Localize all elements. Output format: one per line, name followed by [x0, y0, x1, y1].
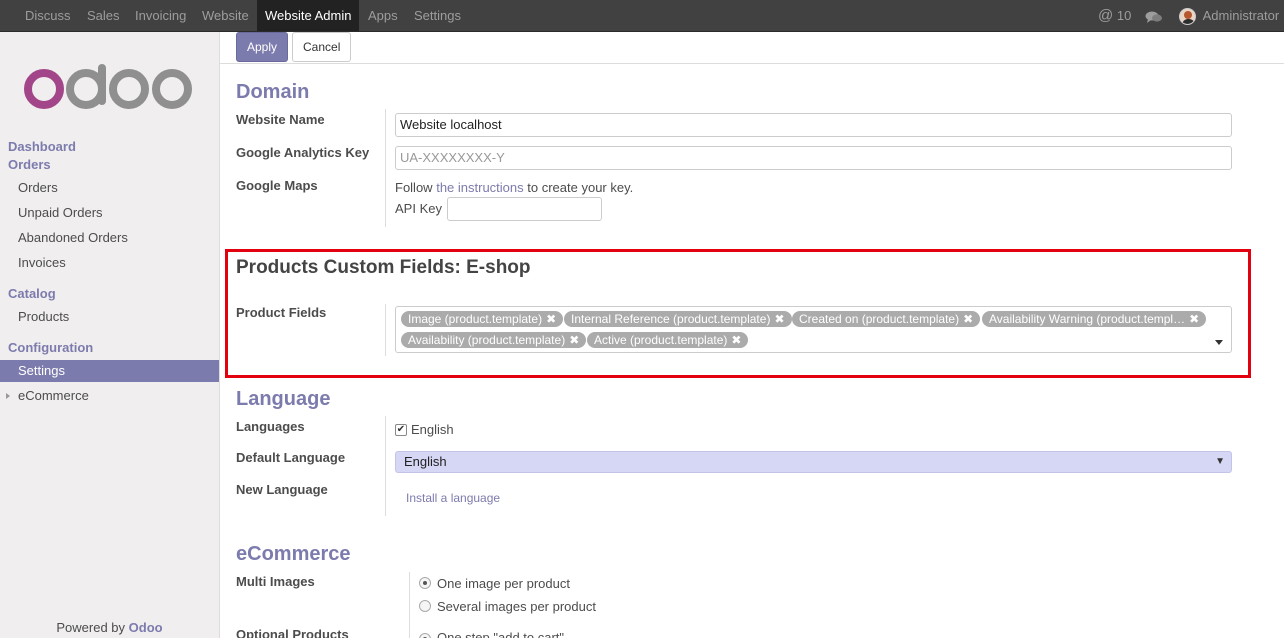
tag-label: Created on (product.template) [799, 312, 960, 326]
english-checkbox-label: English [411, 422, 454, 437]
tag-image: Image (product.template) ✖ [401, 311, 564, 327]
tag-label: Image (product.template) [408, 312, 543, 326]
remove-tag-icon[interactable]: ✖ [569, 333, 579, 347]
sidebar-item-abandoned-orders[interactable]: Abandoned Orders [0, 227, 219, 249]
user-menu[interactable]: Administrator [1179, 0, 1279, 31]
website-name-input[interactable]: Website localhost [395, 113, 1232, 137]
radio-one-step-label: One step "add to cart" [437, 630, 565, 638]
radio-several-images-label: Several images per product [437, 599, 596, 614]
cancel-button[interactable]: Cancel [292, 32, 352, 62]
section-title-language: Language [236, 388, 331, 410]
divider [385, 304, 386, 356]
apply-button[interactable]: Apply [236, 32, 289, 62]
product-fields-label: Product Fields [236, 305, 327, 320]
chat-button[interactable] [1145, 0, 1163, 31]
tag-label: Internal Reference (product.template) [571, 312, 771, 326]
maps-instructions: Follow the instructions to create your k… [395, 180, 633, 195]
radio-one-step[interactable] [419, 633, 431, 638]
ga-key-input[interactable]: UA-XXXXXXXX-Y [395, 146, 1232, 170]
languages-label: Languages [236, 419, 305, 434]
powered-by-brand[interactable]: Odoo [129, 620, 163, 635]
tag-created-on: Created on (product.template) ✖ [792, 311, 981, 327]
tag-label: Availability Warning (product.templ… [989, 312, 1186, 326]
remove-tag-icon[interactable]: ✖ [963, 312, 973, 326]
product-fields-tag-input[interactable]: Image (product.template) ✖ Internal Refer… [395, 306, 1232, 353]
settings-form: Domain Website Name Website localhost Go… [220, 64, 1284, 638]
divider [385, 416, 386, 516]
google-maps-label: Google Maps [236, 178, 318, 193]
nav-website[interactable]: Website [194, 0, 257, 31]
caret-right-icon [6, 393, 10, 399]
website-name-label: Website Name [236, 112, 325, 127]
sidebar-item-settings[interactable]: Settings [0, 360, 219, 382]
nav-discuss[interactable]: Discuss [17, 0, 79, 31]
sidebar-item-invoices[interactable]: Invoices [0, 252, 219, 274]
maps-text-suffix: to create your key. [527, 180, 634, 195]
new-language-label: New Language [236, 482, 328, 497]
default-language-select[interactable]: English ▼ [395, 451, 1232, 473]
radio-one-image-label: One image per product [437, 576, 570, 591]
sidebar-item-label: eCommerce [18, 388, 89, 403]
english-checkbox[interactable]: ✔ [395, 424, 407, 436]
mentions-count: 10 [1116, 8, 1132, 23]
maps-text-prefix: Follow [395, 180, 433, 195]
avatar [1179, 8, 1196, 26]
api-key-label: API Key [395, 201, 442, 216]
tag-availability: Availability (product.template) ✖ [401, 332, 587, 348]
api-key-input[interactable] [447, 197, 602, 221]
powered-by: Powered by Odoo [0, 620, 219, 635]
nav-settings[interactable]: Settings [406, 0, 469, 31]
tag-label: Availability (product.template) [408, 333, 566, 347]
mentions-button[interactable]: @ 10 [1098, 0, 1131, 31]
chat-bubbles-icon [1145, 11, 1162, 23]
top-navbar: Discuss Sales Invoicing Website Website … [0, 0, 1284, 32]
user-name: Administrator [1202, 8, 1280, 23]
remove-tag-icon[interactable]: ✖ [1189, 312, 1199, 326]
nav-website-admin[interactable]: Website Admin [257, 0, 360, 31]
odoo-logo [24, 64, 192, 109]
optional-products-label: Optional Products [236, 627, 349, 638]
remove-tag-icon[interactable]: ✖ [731, 333, 741, 347]
sidebar: Dashboard Orders Orders Unpaid Orders Ab… [0, 32, 220, 638]
divider [409, 572, 410, 638]
tag-label: Active (product.template) [594, 333, 728, 347]
at-icon: @ [1098, 7, 1114, 24]
ga-key-label: Google Analytics Key [236, 145, 370, 160]
nav-invoicing[interactable]: Invoicing [127, 0, 194, 31]
install-language-link[interactable]: Install a language [406, 491, 500, 505]
tag-active: Active (product.template) ✖ [587, 332, 749, 348]
divider [385, 109, 386, 227]
nav-sales[interactable]: Sales [79, 0, 128, 31]
remove-tag-icon[interactable]: ✖ [546, 312, 556, 326]
default-language-label: Default Language [236, 450, 346, 465]
control-panel: Apply Cancel [220, 32, 1284, 64]
section-title-ecommerce: eCommerce [236, 543, 351, 565]
multi-images-label: Multi Images [236, 574, 315, 589]
section-title-custom-fields: Products Custom Fields: E-shop [236, 257, 531, 278]
powered-by-text: Powered by [56, 620, 126, 635]
sidebar-head-catalog: Catalog [8, 286, 56, 301]
dropdown-arrow-icon: ▼ [1215, 456, 1225, 467]
nav-apps[interactable]: Apps [360, 0, 406, 31]
tag-internal-reference: Internal Reference (product.template) ✖ [564, 311, 792, 327]
tag-availability-warning: Availability Warning (product.templ… ✖ [982, 311, 1207, 327]
sidebar-item-products[interactable]: Products [0, 306, 219, 328]
sidebar-item-orders[interactable]: Orders [0, 177, 219, 199]
sidebar-item-ecommerce[interactable]: eCommerce [0, 385, 219, 407]
section-title-domain: Domain [236, 81, 310, 103]
radio-one-image[interactable] [419, 577, 431, 589]
default-language-value: English [404, 454, 447, 469]
maps-instructions-link[interactable]: the instructions [436, 180, 523, 195]
sidebar-item-unpaid-orders[interactable]: Unpaid Orders [0, 202, 219, 224]
caret-down-icon[interactable] [1215, 340, 1223, 345]
remove-tag-icon[interactable]: ✖ [774, 312, 784, 326]
sidebar-head-configuration: Configuration [8, 340, 94, 355]
sidebar-head-orders: Orders [8, 157, 51, 172]
radio-several-images[interactable] [419, 600, 431, 612]
sidebar-head-dashboard[interactable]: Dashboard [8, 139, 76, 154]
